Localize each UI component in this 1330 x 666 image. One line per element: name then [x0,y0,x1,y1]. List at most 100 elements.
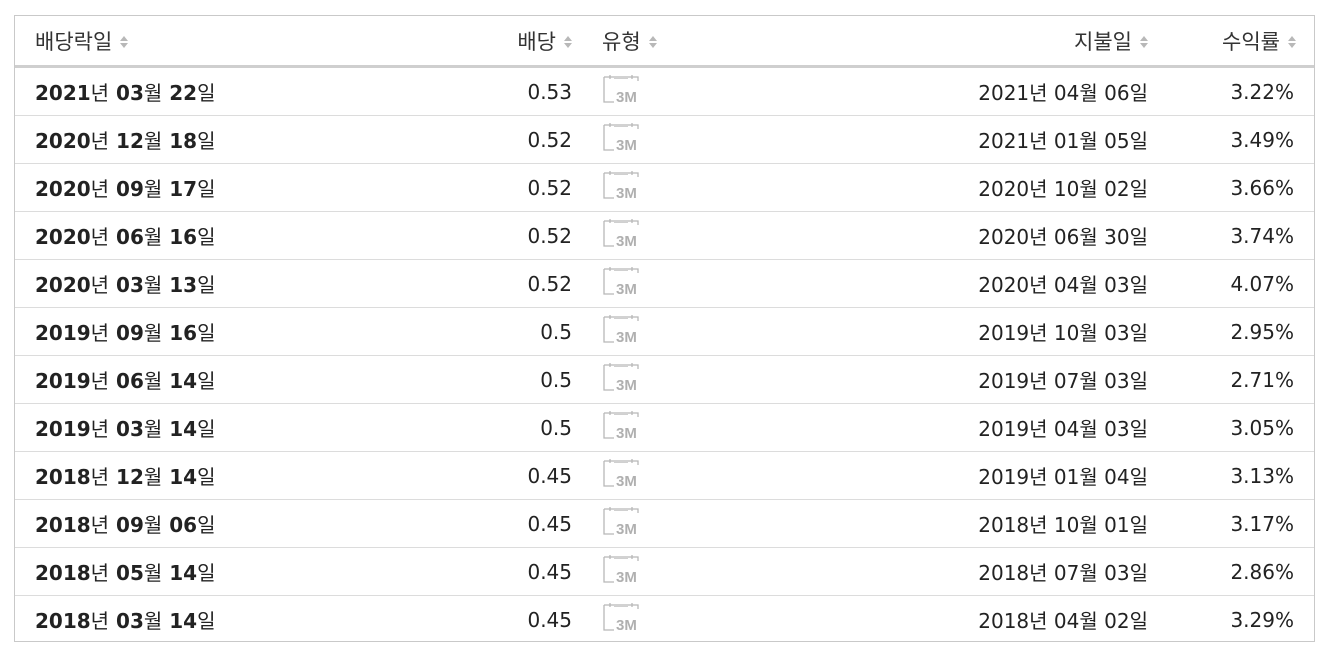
cell-ex-d: 18 [169,129,198,153]
yield-cell: 2.95% [1148,307,1314,356]
cell-pay-d: 03 [1104,273,1130,297]
cell-ex-d: 14 [169,561,198,585]
cell-yield: 3.13% [1230,463,1294,488]
cell-pay-d: 02 [1104,177,1130,201]
column-header-ex-date[interactable]: 배당락일 [15,16,435,68]
cell-ex-d: 13 [169,273,198,297]
cell-pay-m: 10 [1053,177,1080,201]
cell-ex-m: 12 [116,465,144,489]
cell-pay-y: 2018 [978,561,1030,585]
table-row: 2018년 12월 14일 0.45 3M 2019년 01월 04일 3.13… [15,451,1314,500]
pay-date-cell: 2020년 10월 02일 [802,163,1148,212]
sort-icon[interactable] [1288,35,1296,48]
unit-year: 년 [1029,609,1048,633]
calendar-icon: 3M [602,314,648,349]
column-header-yield[interactable]: 수익률 [1148,16,1314,68]
column-header-type[interactable]: 유형 [572,16,802,68]
cell-type: 3M [616,185,637,200]
cell-yield: 3.29% [1230,607,1294,632]
unit-day: 일 [1129,129,1148,153]
yield-cell: 3.17% [1148,499,1314,548]
column-header-label: 배당락일 [35,29,113,54]
pay-date-cell: 2021년 04월 06일 [802,66,1148,116]
amount-cell: 0.45 [435,547,572,596]
unit-month: 월 [143,417,163,441]
cell-pay-y: 2018 [978,513,1030,537]
unit-day: 일 [197,417,216,441]
type-cell: 3M [572,259,802,308]
sort-icon[interactable] [1140,35,1148,48]
unit-month: 월 [1079,561,1098,585]
cell-yield: 3.22% [1230,79,1294,104]
type-cell: 3M [572,115,802,164]
unit-month: 월 [143,561,163,585]
cell-pay-d: 04 [1104,465,1130,489]
table-row: 2020년 06월 16일 0.52 3M 2020년 06월 30일 3.74… [15,211,1314,260]
table-row: 2020년 03월 13일 0.52 3M 2020년 04월 03일 4.07… [15,259,1314,308]
sort-icon[interactable] [564,35,572,48]
cell-type: 3M [616,473,637,488]
cell-yield: 3.05% [1230,415,1294,440]
yield-cell: 2.86% [1148,547,1314,596]
calendar-icon: 3M [602,74,648,109]
cell-ex-m: 03 [116,273,144,297]
cell-type: 3M [616,569,637,584]
cell-pay-m: 01 [1053,129,1080,153]
unit-day: 일 [1129,81,1148,105]
ex-date-cell: 2020년 09월 17일 [15,163,435,212]
sort-icon[interactable] [648,35,657,48]
yield-cell: 3.05% [1148,403,1314,452]
cell-ex-y: 2020 [35,129,91,153]
unit-month: 월 [1079,609,1098,633]
cell-type: 3M [616,521,637,536]
calendar-icon: 3M [602,554,648,589]
type-cell: 3M [572,596,802,644]
amount-cell: 0.52 [435,211,572,260]
cell-type: 3M [616,137,637,152]
table-body: 2021년 03월 22일 0.53 3M 2021년 04월 06일 3.22… [15,66,1314,644]
unit-day: 일 [1129,225,1148,249]
cell-pay-y: 2019 [978,417,1030,441]
unit-day: 일 [197,513,216,537]
yield-cell: 3.74% [1148,211,1314,260]
cell-ex-m: 03 [116,417,144,441]
cell-ex-m: 03 [116,81,144,105]
cell-pay-m: 04 [1053,81,1080,105]
amount-cell: 0.5 [435,403,572,452]
calendar-icon: 3M [602,506,648,541]
unit-year: 년 [90,129,110,153]
pay-date-cell: 2019년 01월 04일 [802,451,1148,500]
ex-date-cell: 2021년 03월 22일 [15,66,435,116]
cell-pay-d: 02 [1104,609,1130,633]
sort-icon[interactable] [120,35,129,48]
pay-date-cell: 2019년 10월 03일 [802,307,1148,356]
cell-type: 3M [616,233,637,248]
ex-date-cell: 2019년 06월 14일 [15,355,435,404]
cell-pay-y: 2019 [978,369,1030,393]
cell-yield: 2.95% [1230,319,1294,344]
cell-ex-y: 2019 [35,417,91,441]
cell-ex-m: 06 [116,225,144,249]
dividend-history-table-container: 배당락일 배당 유형 지불일 수익률 2021년 03월 22일 0.53 3M… [14,15,1315,642]
cell-pay-d: 03 [1104,561,1130,585]
unit-year: 년 [1029,129,1048,153]
table-row: 2019년 03월 14일 0.5 3M 2019년 04월 03일 3.05% [15,403,1314,452]
cell-amount: 0.45 [527,463,572,488]
cell-pay-y: 2020 [978,177,1030,201]
unit-year: 년 [90,225,110,249]
column-header-pay-date[interactable]: 지불일 [802,16,1148,68]
unit-year: 년 [1029,513,1048,537]
pay-date-cell: 2019년 04월 03일 [802,403,1148,452]
cell-pay-y: 2021 [978,81,1030,105]
cell-type: 3M [616,89,637,104]
type-cell: 3M [572,355,802,404]
unit-day: 일 [197,129,216,153]
dividend-history-table: 배당락일 배당 유형 지불일 수익률 2021년 03월 22일 0.53 3M… [15,16,1314,643]
column-header-amount[interactable]: 배당 [435,16,572,68]
calendar-icon: 3M [602,410,648,445]
unit-month: 월 [1079,417,1098,441]
unit-month: 월 [1079,513,1098,537]
unit-year: 년 [1029,417,1048,441]
cell-pay-m: 10 [1053,513,1080,537]
cell-pay-m: 04 [1053,609,1080,633]
